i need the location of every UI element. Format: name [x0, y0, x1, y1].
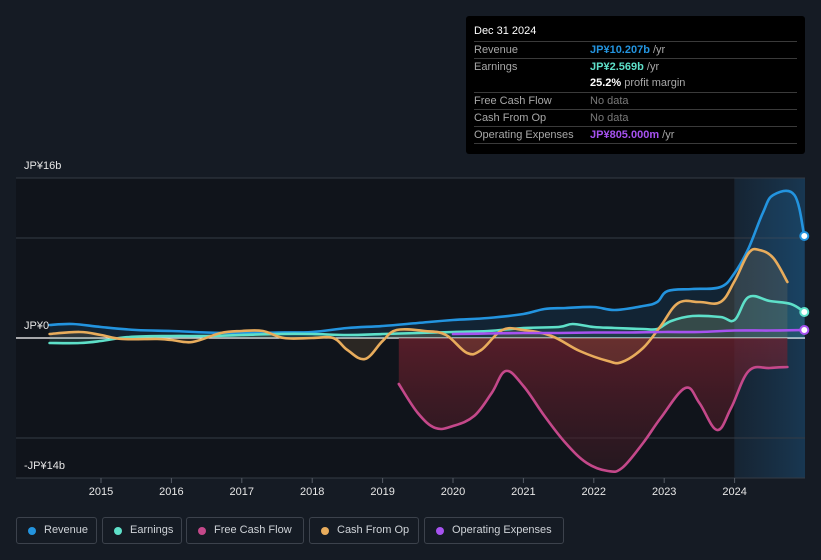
tooltip-date: Dec 31 2024	[474, 25, 537, 37]
x-tick-label: 2020	[441, 486, 465, 498]
legend-label: Free Cash Flow	[214, 524, 292, 536]
tooltip-row-label: Cash From Op	[474, 112, 547, 124]
tooltip-value-amount: JP¥10.207b	[590, 44, 650, 56]
tooltip-row: Earnings JP¥2.569b /yr	[474, 58, 797, 76]
x-tick-label: 2021	[511, 486, 535, 498]
legend-item-free-cash-flow[interactable]: Free Cash Flow	[186, 517, 304, 544]
tooltip-value-unit: /yr	[649, 44, 666, 56]
x-tick-label: 2024	[722, 486, 746, 498]
tooltip-value-amount: No data	[590, 112, 629, 124]
tooltip-row: Free Cash Flow No data	[474, 92, 797, 110]
tooltip-row-value: No data	[590, 95, 629, 107]
tooltip-row-label: Earnings	[474, 61, 518, 73]
tooltip-value-unit: /yr	[659, 129, 675, 141]
x-tick-label: 2017	[230, 486, 254, 498]
legend-dot-icon	[28, 527, 36, 535]
tooltip-row-label: Revenue	[474, 44, 519, 56]
x-tick-label: 2016	[159, 486, 183, 498]
x-tick-label: 2022	[582, 486, 606, 498]
y-tick-label-zero: JP¥0	[24, 320, 50, 332]
tooltip-row-label: Free Cash Flow	[474, 95, 552, 107]
x-tick-label: 2018	[300, 486, 324, 498]
legend-dot-icon	[321, 527, 329, 535]
legend-dot-icon	[436, 527, 444, 535]
tooltip-value-unit: /yr	[643, 61, 660, 73]
tooltip-row: Revenue JP¥10.207b /yr	[474, 41, 797, 59]
x-tick-label: 2015	[89, 486, 113, 498]
legend-label: Operating Expenses	[452, 524, 552, 536]
tooltip-value-amount: 25.2%	[590, 77, 622, 89]
x-tick-label: 2023	[652, 486, 676, 498]
legend-label: Revenue	[44, 524, 89, 536]
tooltip-value-unit: profit margin	[621, 77, 686, 89]
tooltip-row-value: JP¥2.569b /yr	[590, 61, 659, 73]
tooltip-row-label: Operating Expenses	[474, 129, 574, 141]
y-tick-label-top: JP¥16b	[24, 160, 62, 172]
legend-item-cash-from-op[interactable]: Cash From Op	[309, 517, 419, 544]
legend-dot-icon	[114, 527, 122, 535]
legend-dot-icon	[198, 527, 206, 535]
tooltip-row-value: No data	[590, 112, 629, 124]
tooltip-row-value: 25.2% profit margin	[590, 77, 685, 89]
tooltip-divider	[474, 143, 797, 144]
tooltip-value-amount: JP¥2.569b	[590, 61, 644, 73]
legend-item-earnings[interactable]: Earnings	[102, 517, 182, 544]
revenue-end-dot	[799, 231, 810, 241]
operating-expenses-end-dot	[799, 325, 810, 335]
tooltip-row-value: JP¥10.207b /yr	[590, 44, 665, 56]
legend-item-revenue[interactable]: Revenue	[16, 517, 97, 544]
tooltip-row-value: JP¥805.000m /yr	[590, 129, 674, 141]
tooltip-value-amount: No data	[590, 95, 629, 107]
tooltip-row: 25.2% profit margin	[474, 75, 797, 92]
earnings-end-dot	[799, 307, 810, 317]
tooltip-row: Cash From Op No data	[474, 109, 797, 127]
x-tick-label: 2019	[370, 486, 394, 498]
legend-item-operating-expenses[interactable]: Operating Expenses	[424, 517, 564, 544]
legend-label: Cash From Op	[337, 524, 410, 536]
y-tick-label-bottom: -JP¥14b	[24, 460, 65, 472]
tooltip-row: Operating Expenses JP¥805.000m /yr	[474, 126, 797, 144]
tooltip: Dec 31 2024 Revenue JP¥10.207b /yr Earning…	[466, 16, 805, 154]
tooltip-value-amount: JP¥805.000m	[590, 129, 660, 141]
legend-label: Earnings	[130, 524, 174, 536]
